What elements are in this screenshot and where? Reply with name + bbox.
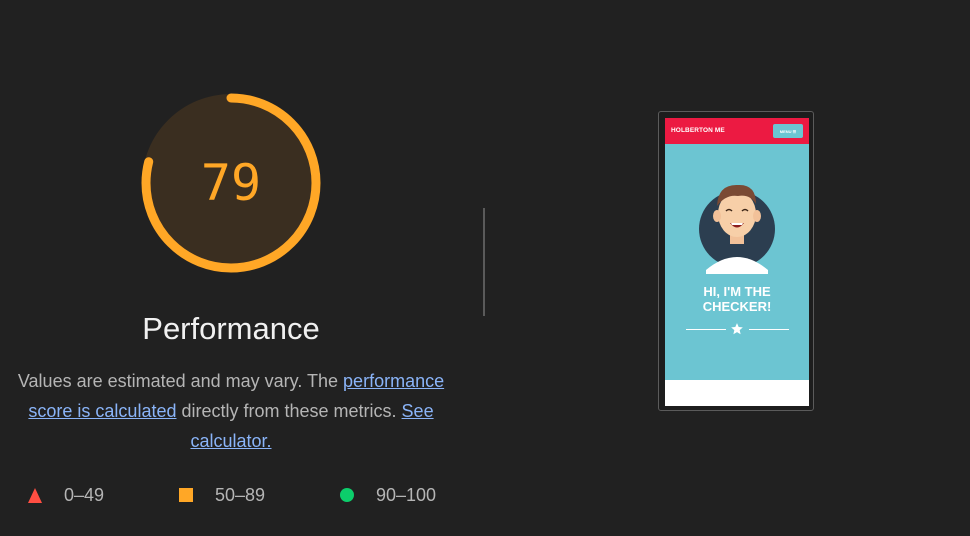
description-text-2: directly from these metrics. (176, 401, 402, 421)
screenshot-hero: HI, I'M THE CHECKER! (665, 144, 809, 380)
score-scale-legend: 0–49 50–89 90–100 (0, 483, 462, 507)
screenshot-brand: HOLBERTON ME (671, 127, 725, 134)
screenshot-header: HOLBERTON ME MENU ☰ (665, 118, 809, 144)
orange-square-icon (179, 488, 193, 502)
final-screenshot-thumbnail[interactable]: HOLBERTON ME MENU ☰ HI, I'M THE CHECKER! (658, 111, 814, 411)
red-triangle-icon (28, 487, 42, 503)
headline-line-1: HI, I'M THE (703, 284, 771, 299)
divider-line-right (749, 329, 789, 330)
screenshot-headline: HI, I'M THE CHECKER! (665, 284, 809, 314)
avatar-illustration-icon (699, 184, 775, 274)
screenshot-menu-button: MENU ☰ (773, 124, 803, 138)
divider-line-left (686, 329, 726, 330)
legend-range-average: 50–89 (215, 484, 266, 505)
description-text-1: Values are estimated and may vary. The (17, 371, 344, 391)
star-icon (731, 323, 743, 335)
category-title: Performance (142, 311, 320, 346)
legend-item-average: 50–89 (179, 483, 265, 507)
performance-gauge: 79 (136, 88, 326, 278)
lighthouse-performance-panel: 79 Performance Values are estimated and … (0, 0, 970, 536)
legend-item-fail: 0–49 (28, 483, 104, 507)
legend-range-pass: 90–100 (376, 484, 437, 505)
category-description: Values are estimated and may vary. The p… (10, 366, 452, 456)
legend-item-pass: 90–100 (340, 483, 436, 507)
screenshot-viewport: HOLBERTON ME MENU ☰ HI, I'M THE CHECKER! (665, 118, 809, 406)
legend-range-fail: 0–49 (64, 484, 105, 505)
performance-score: 79 (200, 154, 262, 212)
headline-line-2: CHECKER! (702, 299, 772, 314)
green-circle-icon (340, 488, 354, 502)
vertical-divider (483, 208, 485, 316)
